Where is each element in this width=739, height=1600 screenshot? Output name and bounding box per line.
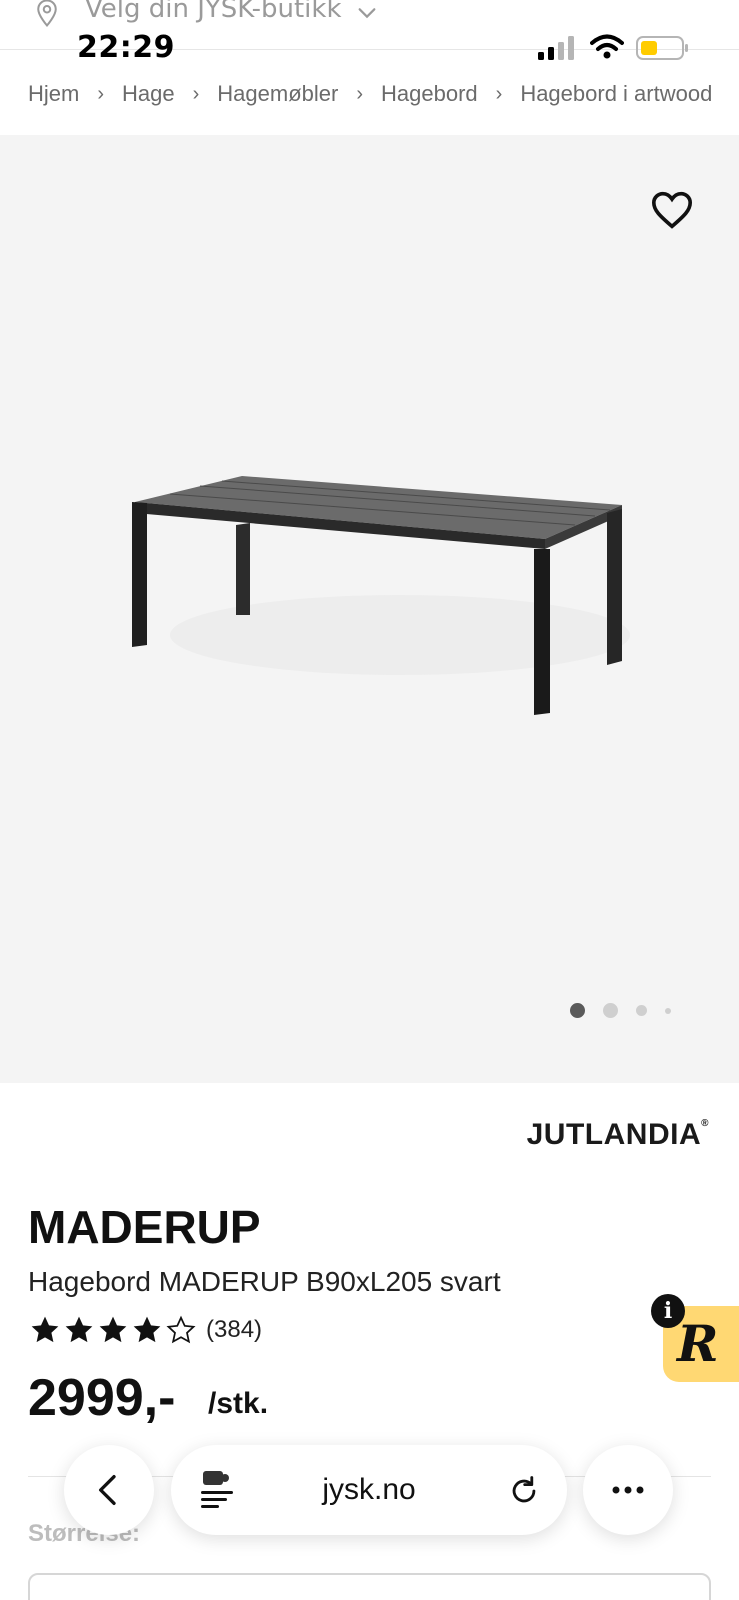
gallery-dot[interactable] (570, 1003, 585, 1018)
battery-icon (636, 36, 688, 60)
store-selector-label: Velg din JYSK-butikk (85, 0, 342, 24)
breadcrumb: Hjem › Hage › Hagemøbler › Hagebord › Ha… (28, 74, 739, 114)
breadcrumb-separator-icon: › (356, 82, 363, 105)
back-button[interactable] (64, 1445, 154, 1535)
chevron-down-icon (358, 8, 376, 19)
star-filled-icon (99, 1316, 127, 1343)
gallery-pagination (570, 1003, 671, 1018)
gallery-dot[interactable] (636, 1005, 647, 1016)
favorite-heart-icon[interactable] (650, 190, 694, 230)
product-image (132, 476, 630, 715)
breadcrumb-separator-icon: › (97, 82, 105, 105)
reload-icon[interactable] (507, 1473, 541, 1509)
info-icon[interactable]: i (651, 1294, 685, 1328)
rewards-logo: R (677, 1314, 719, 1373)
size-select[interactable] (28, 1573, 711, 1600)
breadcrumb-item-hagemobler[interactable]: Hagemøbler (217, 81, 338, 107)
cellular-signal-icon (538, 36, 574, 60)
brand-logo: JUTLANDIA® (526, 1118, 709, 1151)
gallery-dot[interactable] (603, 1003, 618, 1018)
breadcrumb-item-hage[interactable]: Hage (122, 81, 175, 107)
more-options-button[interactable] (583, 1445, 673, 1535)
price-unit: /stk. (208, 1387, 269, 1420)
star-filled-icon (133, 1316, 161, 1343)
wifi-icon (590, 34, 624, 59)
product-rating[interactable]: (384) (28, 1314, 262, 1346)
address-bar[interactable]: jysk.no (171, 1445, 567, 1535)
product-description: Hagebord MADERUP B90xL205 svart (28, 1266, 501, 1297)
chevron-left-icon (99, 1475, 116, 1505)
location-pin-icon (37, 0, 57, 28)
breadcrumb-separator-icon: › (495, 82, 503, 105)
star-empty-icon (166, 1315, 196, 1344)
breadcrumb-item-hagebord-i-artwood[interactable]: Hagebord i artwood (520, 81, 712, 107)
breadcrumb-separator-icon: › (192, 82, 200, 105)
star-filled-icon (31, 1316, 59, 1343)
product-image-gallery[interactable] (0, 135, 739, 1083)
gallery-dot[interactable] (665, 1007, 671, 1014)
breadcrumb-item-hjem[interactable]: Hjem (28, 81, 79, 107)
ellipsis-icon (612, 1486, 644, 1494)
rating-count: (384) (206, 1316, 263, 1343)
star-filled-icon (65, 1316, 93, 1343)
product-price: 2999,- (28, 1369, 176, 1427)
product-title: MADERUP (28, 1201, 261, 1253)
status-time: 22:29 (77, 30, 175, 65)
breadcrumb-item-hagebord[interactable]: Hagebord (381, 81, 478, 107)
